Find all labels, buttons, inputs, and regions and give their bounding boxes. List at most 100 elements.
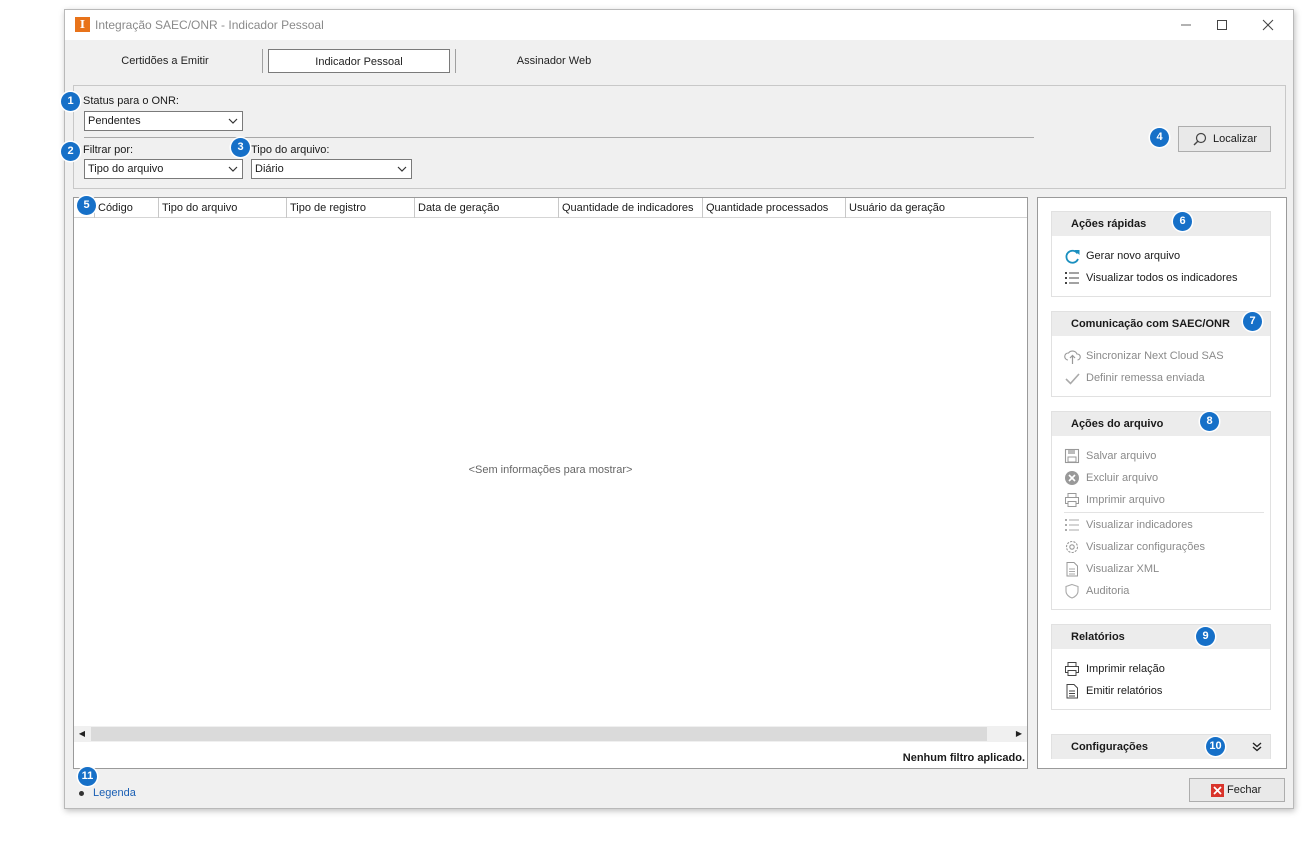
file-type-label: Tipo do arquivo: bbox=[251, 144, 330, 156]
badge-1: 1 bbox=[61, 92, 80, 111]
minimize-icon bbox=[1181, 24, 1191, 26]
tab-indicador-pessoal[interactable]: Indicador Pessoal bbox=[268, 49, 450, 73]
file-type-select[interactable]: Diário bbox=[251, 159, 412, 179]
badge-5: 5 bbox=[77, 196, 96, 215]
print-file-item[interactable]: Imprimir arquivo bbox=[1064, 490, 1165, 510]
file-actions-group: Ações do arquivo 8 Salvar arquivo Exclui… bbox=[1051, 411, 1271, 610]
refresh-icon bbox=[1064, 248, 1081, 265]
communication-group: Comunicação com SAEC/ONR 7 Sincronizar N… bbox=[1051, 311, 1271, 397]
list-icon bbox=[1064, 517, 1081, 534]
group-divider bbox=[1064, 512, 1264, 513]
badge-9: 9 bbox=[1196, 627, 1215, 646]
badge-7: 7 bbox=[1243, 312, 1262, 331]
badge-4: 4 bbox=[1150, 128, 1169, 147]
shield-icon bbox=[1064, 583, 1081, 600]
tab-separator bbox=[262, 49, 263, 73]
divider bbox=[84, 137, 1034, 138]
badge-6: 6 bbox=[1173, 212, 1192, 231]
filter-by-select-value: Tipo do arquivo bbox=[88, 163, 164, 175]
emit-reports-item[interactable]: Emitir relatórios bbox=[1064, 681, 1162, 701]
tab-assinador-web[interactable]: Assinador Web bbox=[495, 49, 613, 73]
file-actions-header[interactable]: Ações do arquivo 8 bbox=[1052, 412, 1270, 436]
chevron-down-icon bbox=[228, 118, 238, 124]
badge-10: 10 bbox=[1206, 737, 1225, 756]
view-settings-item[interactable]: Visualizar configurações bbox=[1064, 537, 1205, 557]
double-chevron-down-icon[interactable] bbox=[1252, 742, 1262, 752]
search-button[interactable]: Localizar bbox=[1178, 126, 1271, 152]
reports-title: Relatórios bbox=[1071, 631, 1125, 643]
status-label: Status para o ONR: bbox=[83, 95, 179, 107]
column-header[interactable]: Quantidade de indicadores bbox=[558, 198, 702, 218]
delete-file-item[interactable]: Excluir arquivo bbox=[1064, 468, 1158, 488]
reports-header[interactable]: Relatórios 9 bbox=[1052, 625, 1270, 649]
list-icon bbox=[1064, 270, 1081, 287]
tab-separator bbox=[455, 49, 456, 73]
close-button[interactable]: Fechar bbox=[1189, 778, 1285, 802]
cloud-upload-icon bbox=[1064, 348, 1081, 365]
status-select[interactable]: Pendentes bbox=[84, 111, 243, 131]
scroll-right-icon[interactable]: ▶ bbox=[1011, 726, 1027, 742]
tab-certidoes[interactable]: Certidões a Emitir bbox=[105, 49, 225, 73]
column-header[interactable]: Tipo de registro bbox=[286, 198, 414, 218]
scrollbar-thumb[interactable] bbox=[91, 727, 987, 741]
reports-group: Relatórios 9 Imprimir relação Emitir rel… bbox=[1051, 624, 1271, 710]
grid-header: Código Tipo do arquivo Tipo de registro … bbox=[74, 198, 1027, 218]
window-title: Integração SAEC/ONR - Indicador Pessoal bbox=[95, 18, 324, 32]
quick-actions-group: Ações rápidas 6 Gerar novo arquivo Visua… bbox=[1051, 211, 1271, 297]
generate-file-item[interactable]: Gerar novo arquivo bbox=[1064, 246, 1180, 266]
printer-icon bbox=[1064, 492, 1081, 509]
badge-2: 2 bbox=[61, 142, 80, 161]
chevron-down-icon bbox=[397, 166, 407, 172]
settings-header[interactable]: Configurações 10 bbox=[1052, 735, 1270, 759]
maximize-icon bbox=[1217, 20, 1227, 30]
audit-item[interactable]: Auditoria bbox=[1064, 581, 1129, 601]
filter-by-label: Filtrar por: bbox=[83, 144, 134, 156]
minimize-button[interactable] bbox=[1176, 15, 1196, 35]
app-icon: I bbox=[75, 17, 90, 32]
data-grid[interactable]: 5 Código Tipo do arquivo Tipo de registr… bbox=[73, 196, 1028, 769]
side-panel: Ações rápidas 6 Gerar novo arquivo Visua… bbox=[1037, 197, 1287, 769]
gear-icon bbox=[1064, 539, 1081, 556]
badge-8: 8 bbox=[1200, 412, 1219, 431]
column-header[interactable]: Data de geração bbox=[414, 198, 558, 218]
view-xml-item[interactable]: Visualizar XML bbox=[1064, 559, 1159, 579]
column-header[interactable]: Quantidade processados bbox=[702, 198, 845, 218]
file-actions-title: Ações do arquivo bbox=[1071, 418, 1164, 430]
set-shipment-sent-item[interactable]: Definir remessa enviada bbox=[1064, 368, 1205, 388]
file-type-select-value: Diário bbox=[255, 163, 284, 175]
view-indicators-item[interactable]: Visualizar indicadores bbox=[1064, 515, 1193, 535]
printer-icon bbox=[1064, 661, 1081, 678]
view-all-indicators-item[interactable]: Visualizar todos os indicadores bbox=[1064, 268, 1237, 288]
badge-11: 11 bbox=[78, 767, 97, 786]
communication-title: Comunicação com SAEC/ONR bbox=[1071, 318, 1230, 330]
status-select-value: Pendentes bbox=[88, 115, 141, 127]
filter-panel: 1 Status para o ONR: Pendentes 2 Filtrar… bbox=[61, 85, 1286, 189]
checkmark-icon bbox=[1064, 370, 1081, 387]
filter-status: Nenhum filtro aplicado. bbox=[902, 752, 1025, 764]
column-header[interactable]: Usuário da geração bbox=[845, 198, 1027, 218]
filter-by-select[interactable]: Tipo do arquivo bbox=[84, 159, 243, 179]
search-button-label: Localizar bbox=[1213, 133, 1258, 146]
badge-3: 3 bbox=[231, 138, 250, 157]
quick-actions-title: Ações rápidas bbox=[1071, 218, 1147, 230]
settings-title: Configurações bbox=[1071, 741, 1149, 753]
footer-bar: 11 Legenda Fechar bbox=[65, 767, 1293, 810]
column-header[interactable]: Código bbox=[94, 198, 158, 218]
chevron-down-icon bbox=[228, 166, 238, 172]
communication-header[interactable]: Comunicação com SAEC/ONR 7 bbox=[1052, 312, 1270, 336]
scroll-left-icon[interactable]: ◀ bbox=[74, 726, 90, 742]
delete-circle-icon bbox=[1064, 470, 1081, 487]
legend-bullet bbox=[79, 791, 84, 796]
save-file-item[interactable]: Salvar arquivo bbox=[1064, 446, 1156, 466]
report-document-icon bbox=[1064, 683, 1081, 700]
search-icon bbox=[1193, 132, 1207, 146]
window-close-button[interactable] bbox=[1258, 15, 1278, 35]
column-header[interactable]: Tipo do arquivo bbox=[158, 198, 286, 218]
horizontal-scrollbar[interactable]: ◀ ▶ bbox=[74, 726, 1027, 742]
print-list-item[interactable]: Imprimir relação bbox=[1064, 659, 1165, 679]
close-button-label: Fechar bbox=[1227, 784, 1262, 796]
quick-actions-header[interactable]: Ações rápidas 6 bbox=[1052, 212, 1270, 236]
maximize-button[interactable] bbox=[1212, 15, 1232, 35]
legend-link[interactable]: Legenda bbox=[93, 787, 136, 799]
sync-nextcloud-item[interactable]: Sincronizar Next Cloud SAS bbox=[1064, 346, 1224, 366]
